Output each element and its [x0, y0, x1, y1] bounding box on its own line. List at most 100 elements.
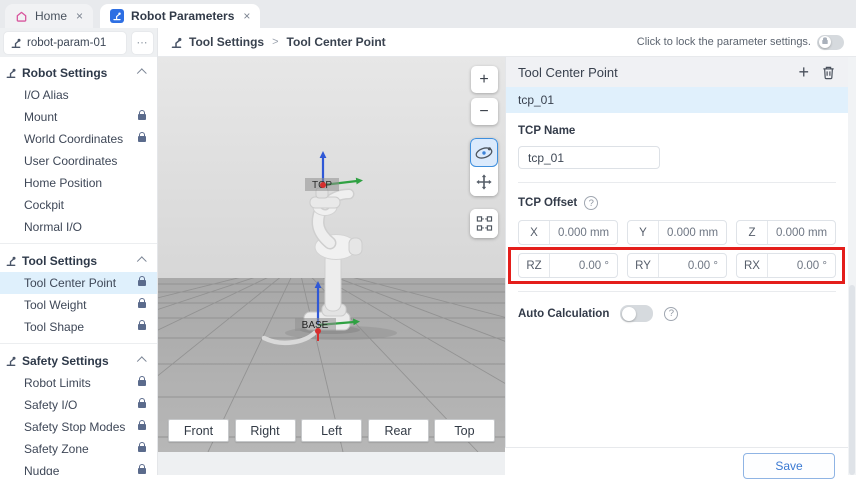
- robot-icon: [10, 37, 22, 49]
- panel-title: Tool Center Point: [518, 65, 618, 80]
- scrollbar-thumb[interactable]: [849, 285, 855, 475]
- view-front-button[interactable]: Front: [168, 419, 229, 442]
- lock-banner-text: Click to lock the parameter settings.: [637, 36, 811, 48]
- chevron-up-icon[interactable]: [137, 256, 147, 266]
- zoom-in-button[interactable]: +: [471, 66, 498, 93]
- tcp-name-label: TCP Name: [518, 125, 836, 137]
- save-button[interactable]: Save: [743, 453, 835, 479]
- tcp-list-item-selected[interactable]: tcp_01: [506, 87, 848, 113]
- sidebar-item-io-alias[interactable]: I/O Alias: [0, 84, 157, 106]
- axis-label-y: Y: [628, 221, 659, 244]
- tab-robot-parameters[interactable]: Robot Parameters ×: [100, 4, 260, 28]
- sidebar-section-safety-settings[interactable]: Safety Settings: [0, 349, 157, 372]
- offset-rz-input[interactable]: [550, 254, 617, 277]
- sidebar-item-nudge[interactable]: Nudge: [0, 460, 157, 475]
- auto-calculation-label: Auto Calculation: [518, 308, 609, 320]
- item-label: Robot Limits: [24, 376, 91, 390]
- section-title: Robot Settings: [22, 66, 107, 80]
- offset-y-field: Y: [627, 220, 727, 245]
- parameter-set-selector[interactable]: robot-param-01: [3, 31, 127, 55]
- tab-robot-parameters-label: Robot Parameters: [131, 9, 234, 23]
- sidebar-item-user-coordinates[interactable]: User Coordinates: [0, 150, 157, 172]
- lock-icon: [138, 114, 146, 120]
- base-label: BASE: [302, 320, 329, 331]
- breadcrumb-section[interactable]: Tool Settings: [189, 35, 264, 49]
- robot-parameters-app-icon: [110, 9, 124, 23]
- plus-icon: +: [798, 63, 809, 81]
- pan-tool-button[interactable]: [470, 167, 498, 196]
- auto-calculation-help-icon[interactable]: ?: [664, 307, 678, 321]
- 3d-scene-canvas[interactable]: BASE TCP: [158, 57, 505, 452]
- position-offset-row: X Y Z: [518, 220, 836, 245]
- 3d-viewport[interactable]: BASE TCP + −: [158, 57, 505, 452]
- view-rear-button[interactable]: Rear: [368, 419, 429, 442]
- sidebar-item-home-position[interactable]: Home Position: [0, 172, 157, 194]
- tab-home[interactable]: Home ×: [5, 4, 93, 28]
- view-right-button[interactable]: Right: [235, 419, 296, 442]
- item-label: Cockpit: [24, 198, 64, 212]
- sidebar-item-safety-stop-modes[interactable]: Safety Stop Modes: [0, 416, 157, 438]
- rotation-offset-row-wrapper: RZ RY RX: [518, 253, 836, 278]
- axis-label-rx: RX: [737, 254, 768, 277]
- chevron-up-icon[interactable]: [137, 356, 147, 366]
- lock-icon: [138, 446, 146, 452]
- offset-ry-input[interactable]: [659, 254, 726, 277]
- offset-ry-field: RY: [627, 253, 727, 278]
- chevron-up-icon[interactable]: [137, 68, 147, 78]
- sidebar-section-tool-settings[interactable]: Tool Settings: [0, 249, 157, 272]
- orbit-icon: [474, 143, 494, 163]
- tcp-offset-label: TCP Offset: [518, 197, 577, 209]
- offset-y-input[interactable]: [659, 221, 726, 244]
- parameter-lock-toggle[interactable]: [817, 35, 844, 50]
- offset-rz-field: RZ: [518, 253, 618, 278]
- sidebar-item-normal-io[interactable]: Normal I/O: [0, 216, 157, 238]
- offset-x-input[interactable]: [550, 221, 617, 244]
- sidebar-item-robot-limits[interactable]: Robot Limits: [0, 372, 157, 394]
- view-left-button[interactable]: Left: [301, 419, 362, 442]
- tcp-offset-help-icon[interactable]: ?: [584, 196, 598, 210]
- lock-icon: [138, 280, 146, 286]
- sidebar-item-world-coordinates[interactable]: World Coordinates: [0, 128, 157, 150]
- divider: [0, 343, 157, 344]
- tab-home-close-icon[interactable]: ×: [76, 9, 83, 23]
- sidebar-item-safety-zone[interactable]: Safety Zone: [0, 438, 157, 460]
- lock-icon: [138, 302, 146, 308]
- measure-distance-tool-button[interactable]: [470, 209, 498, 238]
- home-icon: [15, 10, 28, 23]
- lock-icon: [138, 324, 146, 330]
- breadcrumb-bar: Tool Settings > Tool Center Point Click …: [158, 28, 856, 57]
- add-tcp-button[interactable]: +: [798, 63, 809, 81]
- tcp-settings-panel: Tool Center Point + tcp_01 TCP Name TCP …: [505, 57, 848, 475]
- sidebar-item-tool-shape[interactable]: Tool Shape: [0, 316, 157, 338]
- rotation-offset-row: RZ RY RX: [518, 253, 836, 278]
- item-label: Tool Weight: [24, 298, 86, 312]
- sidebar-item-cockpit[interactable]: Cockpit: [0, 194, 157, 216]
- tcp-name-input[interactable]: [518, 146, 660, 169]
- tab-home-label: Home: [35, 9, 67, 23]
- orbit-rotate-tool-button[interactable]: [470, 138, 498, 167]
- more-options-button[interactable]: ⋯: [131, 31, 154, 55]
- view-preset-buttons: Front Right Left Rear Top: [168, 419, 495, 442]
- tab-robot-parameters-close-icon[interactable]: ×: [243, 9, 250, 23]
- auto-calculation-toggle[interactable]: [620, 305, 653, 322]
- offset-rx-input[interactable]: [768, 254, 835, 277]
- unlock-icon: [822, 40, 827, 44]
- item-label: Mount: [24, 110, 57, 124]
- section-title: Tool Settings: [22, 254, 97, 268]
- lock-icon: [138, 402, 146, 408]
- sidebar-item-mount[interactable]: Mount: [0, 106, 157, 128]
- item-label: Safety I/O: [24, 398, 77, 412]
- sidebar-item-tool-weight[interactable]: Tool Weight: [0, 294, 157, 316]
- zoom-out-button[interactable]: −: [471, 98, 498, 125]
- parameter-set-name: robot-param-01: [27, 37, 106, 49]
- item-label: Nudge: [24, 464, 59, 475]
- lock-icon: [138, 136, 146, 142]
- panel-scrollbar[interactable]: [848, 57, 856, 475]
- sidebar-section-robot-settings[interactable]: Robot Settings: [0, 61, 157, 84]
- breadcrumb-separator: >: [270, 36, 280, 48]
- sidebar-item-tool-center-point[interactable]: Tool Center Point: [0, 272, 157, 294]
- offset-z-input[interactable]: [768, 221, 835, 244]
- view-top-button[interactable]: Top: [434, 419, 495, 442]
- delete-tcp-button[interactable]: [821, 65, 836, 80]
- sidebar-item-safety-io[interactable]: Safety I/O: [0, 394, 157, 416]
